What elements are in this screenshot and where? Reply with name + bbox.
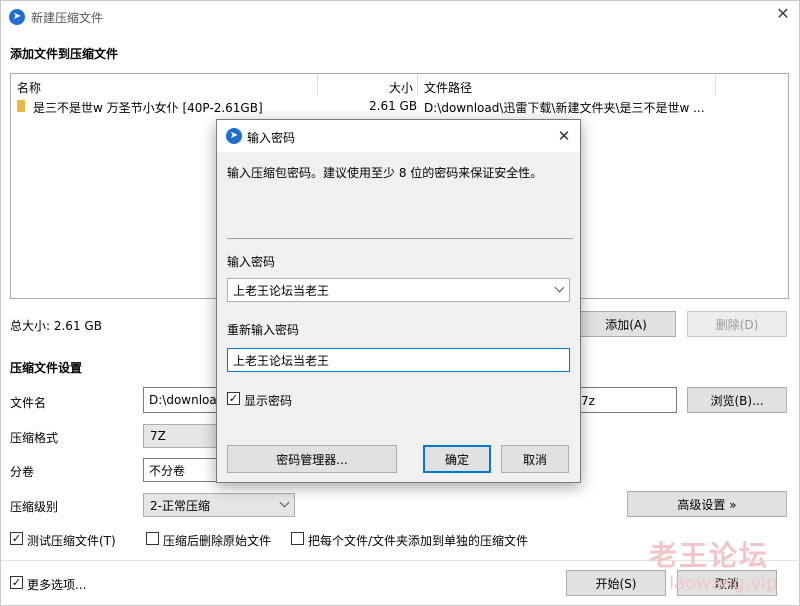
chevron-down-icon — [279, 497, 290, 508]
delete-after-checkbox[interactable] — [146, 532, 159, 545]
ok-button[interactable]: 确定 — [423, 445, 491, 473]
filename-ext: 7z — [581, 394, 595, 408]
dialog-cancel-button[interactable]: 取消 — [501, 445, 569, 473]
volume-value: 不分卷 — [149, 463, 186, 478]
format-label: 压缩格式 — [10, 431, 59, 445]
separate-checkbox[interactable] — [291, 532, 304, 545]
total-size: 总大小: 2.61 GB — [10, 319, 102, 333]
column-path[interactable]: 文件路径 — [424, 79, 472, 96]
list-header: 名称 大小 文件路径 — [11, 74, 788, 96]
file-size: 2.61 GB — [369, 99, 418, 113]
password-label: 输入密码 — [227, 255, 276, 269]
file-name: 是三不是世w 万圣节小女仆 [40P-2.61GB] — [33, 101, 263, 115]
settings-title: 压缩文件设置 — [10, 361, 83, 375]
file-path: D:\download\迅雷下载\新建文件夹\是三不是世w ... — [424, 101, 705, 115]
delete-button[interactable]: 删除(D) — [687, 311, 787, 337]
chevron-down-icon[interactable] — [554, 282, 565, 293]
password-input[interactable]: 上老王论坛当老王 — [227, 278, 570, 302]
divider — [227, 238, 573, 239]
level-select[interactable]: 2-正常压缩 — [143, 493, 295, 517]
repeat-password-label: 重新输入密码 — [227, 323, 300, 337]
close-icon[interactable]: ✕ — [554, 126, 574, 146]
advanced-button[interactable]: 高级设置 » — [627, 491, 787, 517]
close-icon[interactable]: ✕ — [773, 4, 793, 24]
more-options-checkbox[interactable]: ✓ — [10, 576, 23, 589]
dialog-title: 输入密码 — [247, 131, 296, 145]
folder-icon — [17, 100, 25, 112]
volume-label: 分卷 — [10, 465, 35, 479]
table-row[interactable]: 是三不是世w 万圣节小女仆 [40P-2.61GB] 2.61 GB D:\do… — [11, 96, 788, 116]
level-value: 2-正常压缩 — [150, 498, 210, 513]
browse-button[interactable]: 浏览(B)... — [687, 387, 787, 413]
dialog-body: 输入压缩包密码。建议使用至少 8 位的密码来保证安全性。 输入密码 上老王论坛当… — [217, 152, 580, 482]
show-password-checkbox[interactable]: ✓ — [227, 392, 240, 405]
separate-label: 把每个文件/文件夹添加到单独的压缩文件 — [308, 534, 529, 548]
password-manager-button[interactable]: 密码管理器... — [227, 445, 397, 473]
app-icon: ➤ — [226, 128, 242, 144]
dialog-hint: 输入压缩包密码。建议使用至少 8 位的密码来保证安全性。 — [227, 166, 543, 180]
watermark-url: laowang.vip — [669, 573, 778, 594]
level-label: 压缩级别 — [10, 500, 59, 514]
filename-label: 文件名 — [10, 396, 47, 410]
more-options-label: 更多选项... — [27, 578, 87, 592]
column-name[interactable]: 名称 — [17, 79, 41, 96]
section-add-title: 添加文件到压缩文件 — [10, 47, 119, 61]
test-label: 测试压缩文件(T) — [27, 534, 116, 548]
column-size[interactable]: 大小 — [389, 79, 413, 96]
format-value: 7Z — [150, 429, 166, 443]
watermark-text: 老王论坛 — [649, 539, 770, 572]
repeat-password-input[interactable]: 上老王论坛当老王 — [227, 348, 570, 372]
add-button[interactable]: 添加(A) — [576, 311, 676, 337]
dialog-title-bar: ➤ 输入密码 ✕ — [217, 120, 580, 152]
password-value: 上老王论坛当老王 — [233, 283, 330, 298]
password-dialog: ➤ 输入密码 ✕ 输入压缩包密码。建议使用至少 8 位的密码来保证安全性。 输入… — [216, 119, 581, 483]
window-title: 新建压缩文件 — [31, 11, 104, 25]
show-password-label: 显示密码 — [244, 394, 293, 408]
app-icon: ➤ — [9, 9, 25, 25]
test-checkbox[interactable]: ✓ — [10, 532, 23, 545]
delete-after-label: 压缩后删除原始文件 — [163, 534, 272, 548]
